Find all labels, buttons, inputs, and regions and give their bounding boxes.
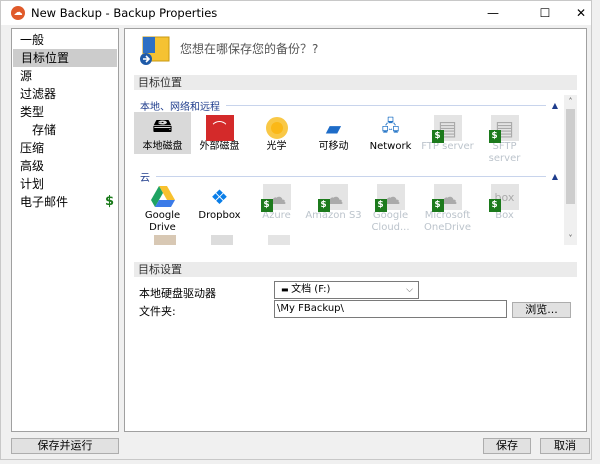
network-icon: 🖧 <box>381 115 400 135</box>
dest-sftp-server[interactable]: ▤ $ SFTP server <box>476 112 533 164</box>
maximize-button[interactable]: ☐ <box>525 1 565 25</box>
backup-properties-window: ☁ New Backup - Backup Properties — ☐ ✕ 一… <box>0 0 592 460</box>
close-button[interactable]: ✕ <box>561 1 600 25</box>
scroll-up-icon[interactable]: ˄ <box>564 97 577 106</box>
paid-badge-icon: $ <box>260 199 273 212</box>
window-title: New Backup - Backup Properties <box>31 6 218 20</box>
more-destination-icon[interactable] <box>211 235 233 245</box>
scrollbar-thumb[interactable] <box>566 109 575 204</box>
cancel-button[interactable]: 取消 <box>540 438 590 454</box>
dropbox-icon: ❖ <box>210 185 229 209</box>
collapse-icon[interactable]: ▲ <box>552 101 558 110</box>
azure-icon: ☁ $ <box>260 184 291 212</box>
sidebar-item-label: 电子邮件 <box>20 195 69 209</box>
sidebar-item-source[interactable]: 源 <box>12 67 118 85</box>
destination-folder-icon <box>140 36 170 65</box>
drive-select[interactable]: ▬ 文档 (F:) ⌵ <box>274 281 419 299</box>
save-and-run-button[interactable]: 保存并运行 <box>11 438 119 454</box>
destination-question: 您想在哪保存您的备份？? <box>180 42 319 56</box>
group-local-header[interactable]: 本地、网络和远程 ▲ <box>140 98 558 113</box>
app-logo-icon: ☁ <box>11 6 25 20</box>
optical-disc-icon <box>263 115 291 141</box>
dest-dropbox[interactable]: ❖ Dropbox <box>191 181 248 223</box>
onedrive-icon: ☁ $ <box>431 184 462 212</box>
dest-amazon-s3[interactable]: ☁ $ Amazon S3 <box>305 181 362 223</box>
sidebar-item-email[interactable]: 电子邮件 $ <box>12 193 118 211</box>
sidebar-item-advanced[interactable]: 高级 <box>12 157 118 175</box>
drive-icon: ▬ <box>281 285 292 294</box>
main-panel: 您想在哪保存您的备份？? 目标位置 本地、网络和远程 ▲ 🖴 本地磁盘 ⌒ 外部磁盘 … <box>124 28 587 432</box>
chevron-down-icon: ⌵ <box>406 285 413 295</box>
sftp-server-icon: ▤ $ <box>488 115 519 143</box>
sidebar-item-schedule[interactable]: 计划 <box>12 175 118 193</box>
paid-badge-icon: $ <box>488 130 501 143</box>
more-destination-icon[interactable] <box>268 235 290 245</box>
paid-badge-icon: $ <box>431 130 444 143</box>
sidebar-item-destination[interactable]: 目标位置 <box>13 49 117 67</box>
sidebar: 一般 目标位置 源 过滤器 类型 存储 压缩 高级 计划 电子邮件 $ <box>11 28 119 432</box>
destination-section-header: 目标位置 <box>134 75 577 90</box>
dest-google-cloud[interactable]: ☁ $ Google Cloud... <box>362 181 419 233</box>
google-drive-icon <box>149 184 177 210</box>
collapse-icon[interactable]: ▲ <box>552 172 558 181</box>
hard-disk-icon: 🖴 <box>152 113 173 137</box>
dest-removable[interactable]: ▰ 可移动 <box>305 112 362 154</box>
sidebar-item-type[interactable]: 类型 <box>12 103 118 121</box>
browse-button[interactable]: 浏览... <box>512 302 571 318</box>
sidebar-item-storage[interactable]: 存储 <box>12 121 118 139</box>
usb-drive-icon: ▰ <box>325 116 342 140</box>
drive-label: 本地硬盘驱动器 <box>139 287 216 300</box>
box-icon: box $ <box>488 184 519 212</box>
dest-local-disk[interactable]: 🖴 本地磁盘 <box>134 112 191 154</box>
paid-badge-icon: $ <box>317 199 330 212</box>
drive-value: 文档 (F:) <box>291 284 331 295</box>
sidebar-item-compression[interactable]: 压缩 <box>12 139 118 157</box>
paid-feature-icon: $ <box>104 194 114 209</box>
dest-external-disk[interactable]: ⌒ 外部磁盘 <box>191 112 248 154</box>
sidebar-item-general[interactable]: 一般 <box>12 31 118 49</box>
dest-optical[interactable]: 光学 <box>248 112 305 154</box>
paid-badge-icon: $ <box>431 199 444 212</box>
google-cloud-icon: ☁ $ <box>374 184 405 212</box>
more-destination-icon[interactable] <box>154 235 176 245</box>
dest-ftp-server[interactable]: ▤ $ FTP server <box>419 112 476 154</box>
dest-network[interactable]: 🖧 Network <box>362 112 419 154</box>
ftp-server-icon: ▤ $ <box>431 115 462 143</box>
sidebar-item-filters[interactable]: 过滤器 <box>12 85 118 103</box>
scroll-down-icon[interactable]: ˅ <box>564 234 577 243</box>
settings-section-header: 目标设置 <box>134 262 577 277</box>
dest-onedrive[interactable]: ☁ $ Microsoft OneDrive <box>419 181 476 233</box>
list-scrollbar[interactable]: ˄ ˅ <box>564 95 577 245</box>
folder-label: 文件夹: <box>139 305 176 318</box>
minimize-button[interactable]: — <box>473 1 513 25</box>
dest-google-drive[interactable]: Google Drive <box>134 181 191 235</box>
external-disk-icon: ⌒ <box>205 115 234 141</box>
folder-input[interactable]: \My FBackup\ <box>274 300 507 318</box>
dest-box[interactable]: box $ Box <box>476 181 533 223</box>
save-button[interactable]: 保存 <box>483 438 531 454</box>
destination-list: 本地、网络和远程 ▲ 🖴 本地磁盘 ⌒ 外部磁盘 光学 ▰ 可移动 🖧 Network ▤… <box>134 95 577 245</box>
amazon-s3-icon: ☁ $ <box>317 184 348 212</box>
dest-azure[interactable]: ☁ $ Azure <box>248 181 305 223</box>
paid-badge-icon: $ <box>374 199 387 212</box>
title-bar: ☁ New Backup - Backup Properties — ☐ ✕ <box>1 1 591 25</box>
paid-badge-icon: $ <box>488 199 501 212</box>
